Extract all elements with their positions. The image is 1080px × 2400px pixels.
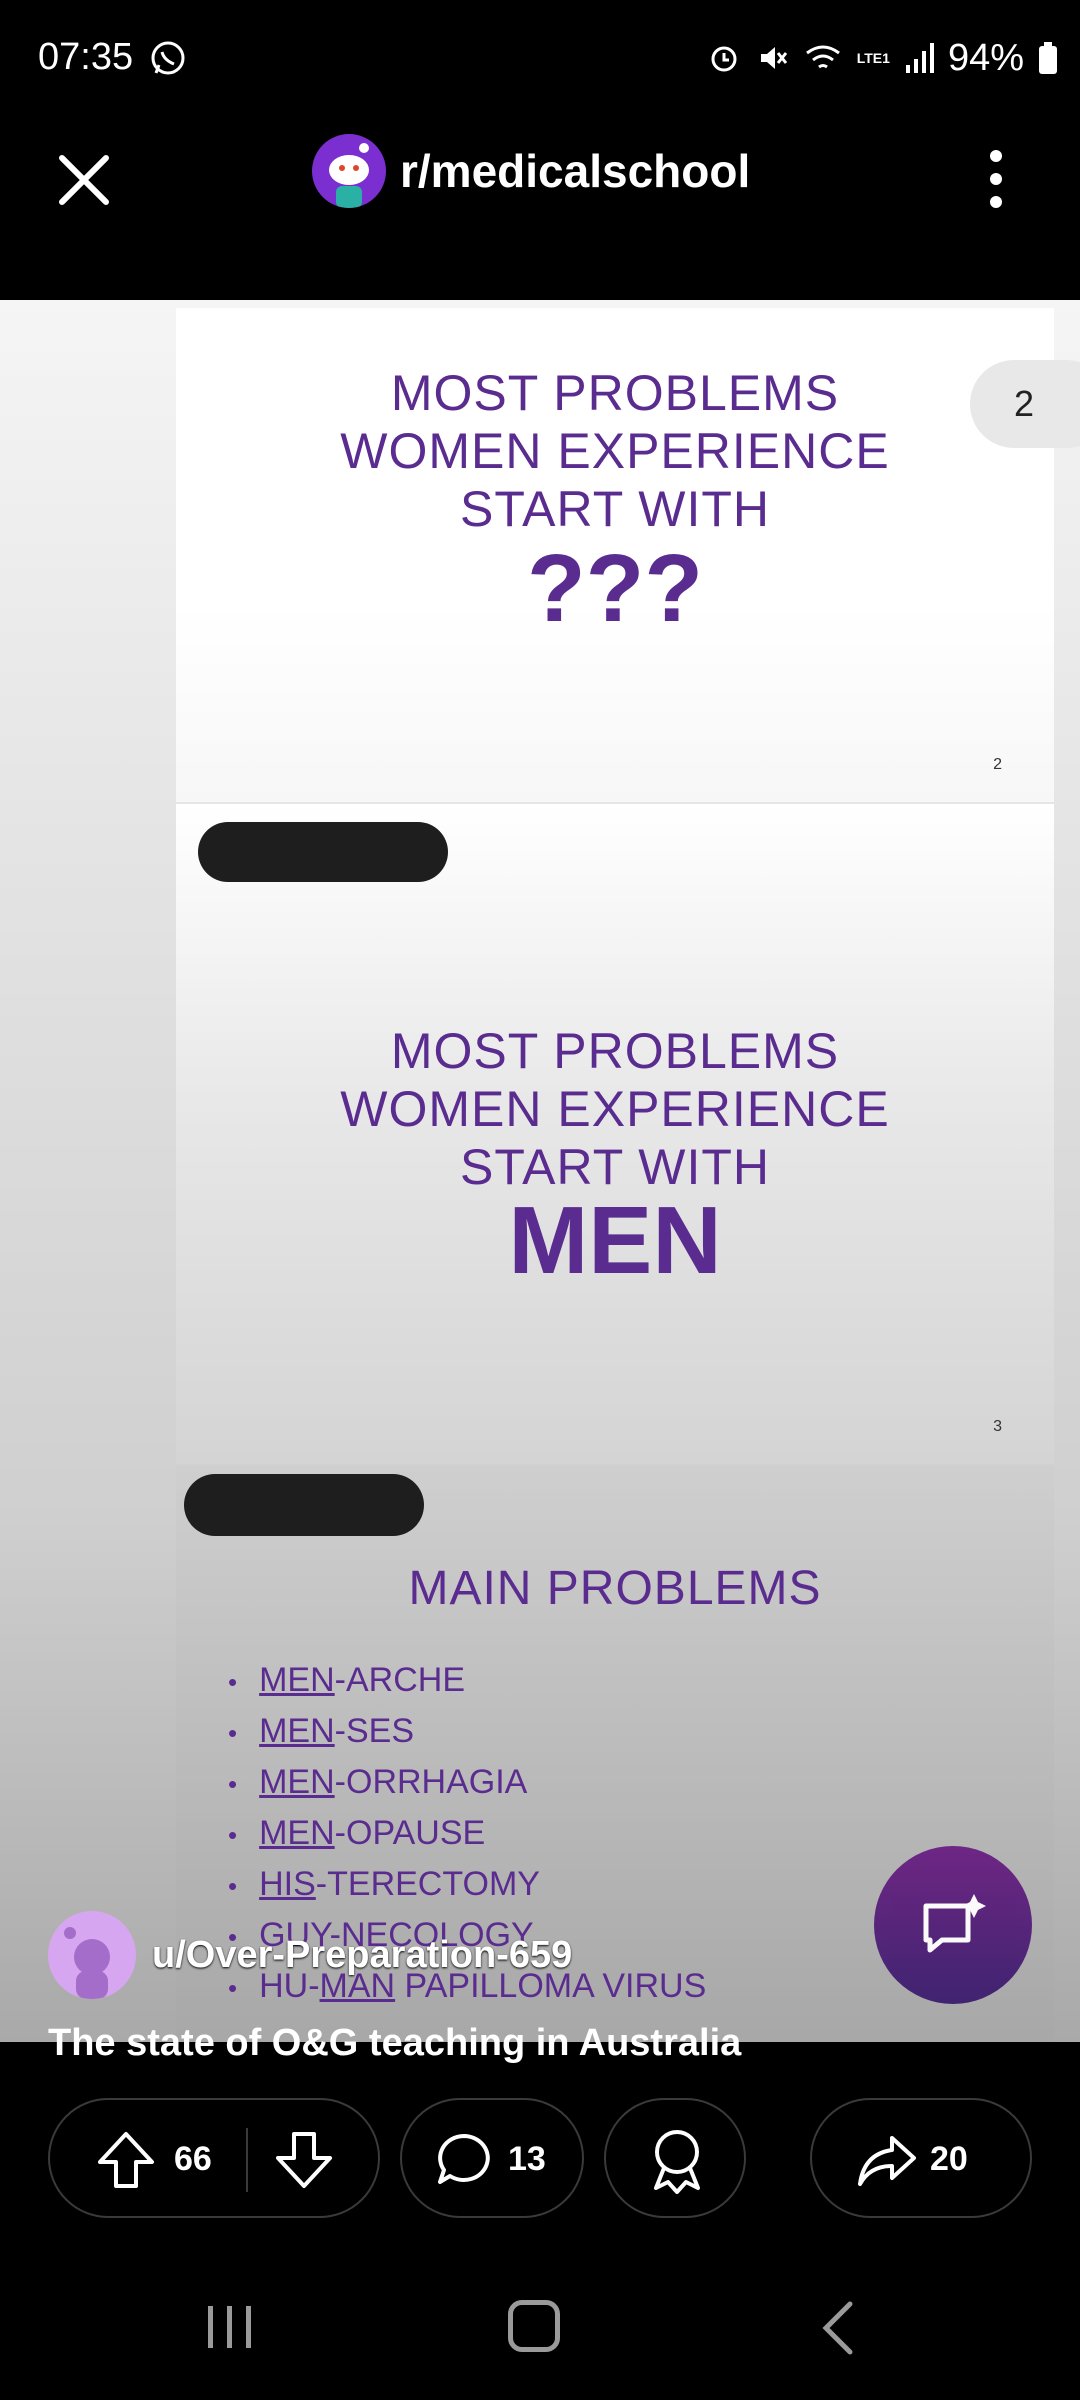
- list-item: MEN-ORRHAGIA: [228, 1758, 706, 1809]
- image-counter-badge: 2: [970, 360, 1080, 448]
- list-item: MEN-OPAUSE: [228, 1809, 706, 1860]
- more-options-icon[interactable]: [964, 142, 1028, 216]
- slide-1: MOST PROBLEMS WOMEN EXPERIENCE START WIT…: [176, 308, 1054, 802]
- slide-heading: MAIN PROBLEMS: [408, 1562, 822, 1615]
- network-label: LTE1: [856, 50, 890, 66]
- status-icons: LTE1 94%: [707, 34, 1058, 82]
- slide-2: MOST PROBLEMS WOMEN EXPERIENCE START WIT…: [176, 804, 1054, 1464]
- slide-heading: MOST PROBLEMS WOMEN EXPERIENCE START WIT…: [340, 1023, 890, 1195]
- share-count: 20: [930, 2140, 968, 2178]
- award-icon: [654, 2130, 700, 2194]
- author-avatar[interactable]: [48, 1911, 136, 1999]
- comment-count: 13: [508, 2140, 546, 2178]
- close-icon[interactable]: [48, 144, 120, 216]
- author-name[interactable]: u/Over-Preparation-659: [152, 1934, 572, 1977]
- post-image[interactable]: MOST PROBLEMS WOMEN EXPERIENCE START WIT…: [0, 300, 1080, 2042]
- system-nav-bar: [0, 2256, 1080, 2400]
- subreddit-name[interactable]: r/medicalschool: [400, 144, 750, 198]
- slide-page-number: 2: [993, 756, 1002, 773]
- slide-big-text: ???: [527, 535, 703, 642]
- battery-icon: [1039, 42, 1057, 74]
- upvote-count: 66: [174, 2140, 212, 2178]
- slide-page-number: 3: [993, 1418, 1002, 1435]
- upvote-icon[interactable]: [94, 2128, 158, 2192]
- vote-divider: [246, 2128, 248, 2192]
- list-item: HIS-TERECTOMY: [228, 1860, 706, 1911]
- post-actions: 66 13 20: [0, 2098, 1080, 2222]
- award-button[interactable]: [604, 2098, 746, 2218]
- recents-icon[interactable]: [200, 2302, 260, 2352]
- subreddit-avatar[interactable]: [312, 134, 386, 208]
- redaction-mark: [198, 822, 448, 882]
- comments-button[interactable]: 13: [400, 2098, 584, 2218]
- signal-icon: [905, 43, 934, 73]
- downvote-icon[interactable]: [272, 2128, 336, 2192]
- share-icon: [858, 2136, 916, 2186]
- ai-chat-button[interactable]: [874, 1846, 1032, 2004]
- snoo-icon: [329, 143, 369, 208]
- list-item: MEN-ARCHE: [228, 1656, 706, 1707]
- comment-icon: [438, 2134, 490, 2184]
- status-bar: 07:35 LTE1 94%: [0, 0, 1080, 120]
- alarm-icon: [711, 46, 737, 72]
- back-icon[interactable]: [818, 2300, 858, 2356]
- sparkle-chat-icon: [923, 1894, 986, 1953]
- mute-icon: [760, 47, 787, 69]
- post-header: r/medicalschool: [0, 120, 1080, 300]
- slide-big-text: MEN: [508, 1187, 722, 1294]
- snoo-avatar-icon: [64, 1927, 110, 1999]
- vote-control: 66: [48, 2098, 380, 2218]
- share-button[interactable]: 20: [810, 2098, 1032, 2218]
- home-icon[interactable]: [508, 2300, 560, 2352]
- redaction-mark: [184, 1474, 424, 1536]
- list-item: MEN-SES: [228, 1707, 706, 1758]
- post-title[interactable]: The state of O&G teaching in Australia: [48, 2022, 741, 2065]
- slide-heading: MOST PROBLEMS WOMEN EXPERIENCE START WIT…: [340, 365, 890, 537]
- post-author[interactable]: u/Over-Preparation-659: [48, 1910, 572, 2000]
- whatsapp-icon: [151, 41, 185, 75]
- wifi-icon: [805, 45, 840, 69]
- status-time: 07:35: [38, 36, 134, 78]
- battery-percent: 94%: [947, 36, 1024, 79]
